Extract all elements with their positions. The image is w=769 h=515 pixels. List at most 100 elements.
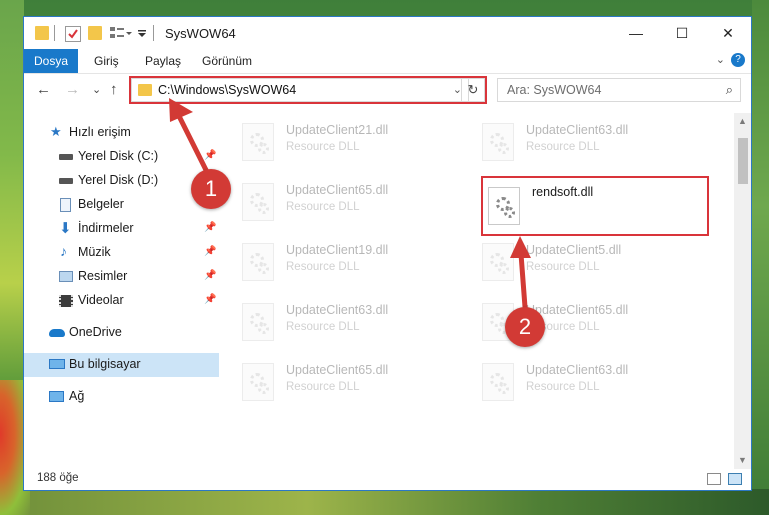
quick-access-menu-icon[interactable] (110, 26, 132, 40)
sidebar-item-label: Resimler (78, 269, 128, 283)
file-name: UpdateClient5.dll (526, 243, 622, 257)
pin-icon: 📌 (204, 222, 217, 233)
sidebar-item-pictures[interactable]: Resimler 📌 (24, 265, 219, 289)
desktop-background-bottom (0, 489, 769, 515)
pin-icon: 📌 (204, 150, 217, 161)
back-button[interactable]: ← (36, 81, 51, 98)
music-icon: ♪ (60, 243, 67, 259)
navigation-pane: ★ Hızlı erişim Yerel Disk (C:) 📌 Yerel D… (24, 113, 219, 463)
step-2-badge: 2 (505, 307, 545, 347)
documents-icon (60, 198, 71, 212)
properties-icon[interactable] (65, 26, 81, 42)
file-item[interactable]: UpdateClient63.dll Resource DLL (242, 301, 472, 357)
vertical-scrollbar[interactable]: ▲ ▼ (734, 113, 751, 469)
file-item[interactable]: UpdateClient63.dll Resource DLL (482, 121, 712, 177)
file-highlight-box (481, 176, 709, 236)
download-icon: ⬇ (59, 220, 72, 237)
dll-file-icon (242, 363, 274, 401)
file-item[interactable]: UpdateClient65.dll Resource DLL (242, 181, 472, 237)
sidebar-item-quick-access[interactable]: ★ Hızlı erişim (24, 121, 219, 145)
sidebar-item-local-disk-c[interactable]: Yerel Disk (C:) 📌 (24, 145, 219, 169)
file-type: Resource DLL (286, 321, 360, 333)
sidebar-item-documents[interactable]: Belgeler 📌 (24, 193, 219, 217)
sidebar-item-label: Müzik (78, 245, 111, 259)
chevron-down-icon[interactable]: ⌄ (716, 53, 725, 66)
search-input[interactable]: Ara: SysWOW64 ⌕ (497, 78, 741, 102)
file-name: UpdateClient65.dll (286, 183, 389, 197)
minimize-button[interactable]: — (613, 17, 659, 49)
file-explorer-window: SysWOW64 — ☐ ✕ Dosya Giriş Paylaş Görünü… (23, 16, 752, 491)
sidebar-item-downloads[interactable]: ⬇ İndirmeler 📌 (24, 217, 219, 241)
dll-file-icon (242, 123, 274, 161)
sidebar-item-label: Yerel Disk (D:) (78, 173, 159, 187)
status-bar: 188 öğe (24, 469, 751, 490)
sidebar-item-label: Yerel Disk (C:) (78, 149, 159, 163)
sidebar-item-label: Bu bilgisayar (69, 357, 141, 371)
sidebar-item-label: Hızlı erişim (69, 125, 131, 139)
pin-icon: 📌 (204, 270, 217, 281)
file-item[interactable]: UpdateClient21.dll Resource DLL (242, 121, 472, 177)
file-item[interactable]: UpdateClient65.dll Resource DLL (242, 361, 472, 417)
ribbon-tabs: Dosya Giriş Paylaş Görünüm ⌄ ? (24, 49, 751, 74)
file-name: UpdateClient21.dll (286, 123, 389, 137)
recent-locations-button[interactable]: ⌄ (92, 83, 101, 96)
up-button[interactable]: ↑ (110, 81, 118, 98)
dll-file-icon (482, 243, 514, 281)
dll-file-icon (482, 363, 514, 401)
file-item[interactable]: UpdateClient5.dll Resource DLL (482, 241, 712, 297)
close-button[interactable]: ✕ (705, 17, 751, 49)
sidebar-item-label: Belgeler (78, 197, 124, 211)
address-highlight-box (129, 76, 487, 104)
sidebar-item-label: Videolar (78, 293, 124, 307)
new-folder-icon[interactable] (88, 26, 102, 40)
tab-home[interactable]: Giriş (94, 49, 119, 73)
file-item[interactable]: UpdateClient63.dll Resource DLL (482, 361, 712, 417)
file-name: UpdateClient63.dll (286, 303, 389, 317)
sidebar-item-network[interactable]: Ağ (24, 385, 219, 409)
forward-button[interactable]: → (65, 81, 80, 98)
dll-file-icon (482, 123, 514, 161)
cloud-icon (49, 329, 65, 337)
drive-icon (59, 154, 73, 160)
large-icons-view-icon[interactable] (728, 473, 742, 485)
pin-icon: 📌 (204, 246, 217, 257)
sidebar-item-videos[interactable]: Videolar 📌 (24, 289, 219, 313)
title-divider (153, 25, 154, 41)
file-type: Resource DLL (286, 261, 360, 273)
details-view-icon[interactable] (707, 473, 721, 485)
title-bar: SysWOW64 — ☐ ✕ (24, 17, 751, 49)
network-icon (49, 391, 64, 402)
file-item[interactable]: UpdateClient19.dll Resource DLL (242, 241, 472, 297)
folder-icon (35, 26, 49, 40)
search-icon[interactable]: ⌕ (726, 82, 733, 98)
search-placeholder: Ara: SysWOW64 (507, 83, 602, 97)
scroll-down-arrow-icon[interactable]: ▼ (734, 452, 751, 469)
sidebar-item-label: İndirmeler (78, 221, 134, 235)
star-icon: ★ (50, 124, 62, 139)
pin-icon: 📌 (204, 294, 217, 305)
dll-file-icon (242, 243, 274, 281)
sidebar-item-onedrive[interactable]: OneDrive (24, 321, 219, 345)
sidebar-item-music[interactable]: ♪ Müzik 📌 (24, 241, 219, 265)
video-icon (59, 295, 73, 307)
sidebar-item-label: OneDrive (69, 325, 122, 339)
customize-toolbar-icon[interactable] (137, 28, 151, 42)
scroll-thumb[interactable] (738, 138, 748, 184)
window-title: SysWOW64 (165, 26, 236, 41)
tab-view[interactable]: Görünüm (202, 49, 252, 73)
file-name: UpdateClient63.dll (526, 363, 629, 377)
file-type: Resource DLL (286, 381, 360, 393)
scroll-up-arrow-icon[interactable]: ▲ (734, 113, 751, 130)
file-name: UpdateClient65.dll (286, 363, 389, 377)
sidebar-item-this-pc[interactable]: Bu bilgisayar (24, 353, 219, 377)
file-type: Resource DLL (526, 261, 600, 273)
file-name: UpdateClient19.dll (286, 243, 389, 257)
tab-file[interactable]: Dosya (24, 49, 78, 73)
maximize-button[interactable]: ☐ (659, 17, 705, 49)
file-type: Resource DLL (286, 201, 360, 213)
file-list: UpdateClient21.dll Resource DLL UpdateCl… (220, 113, 738, 463)
sidebar-item-local-disk-d[interactable]: Yerel Disk (D:) (24, 169, 219, 193)
tab-share[interactable]: Paylaş (145, 49, 181, 73)
help-icon[interactable]: ? (731, 53, 745, 67)
pictures-icon (59, 271, 73, 282)
